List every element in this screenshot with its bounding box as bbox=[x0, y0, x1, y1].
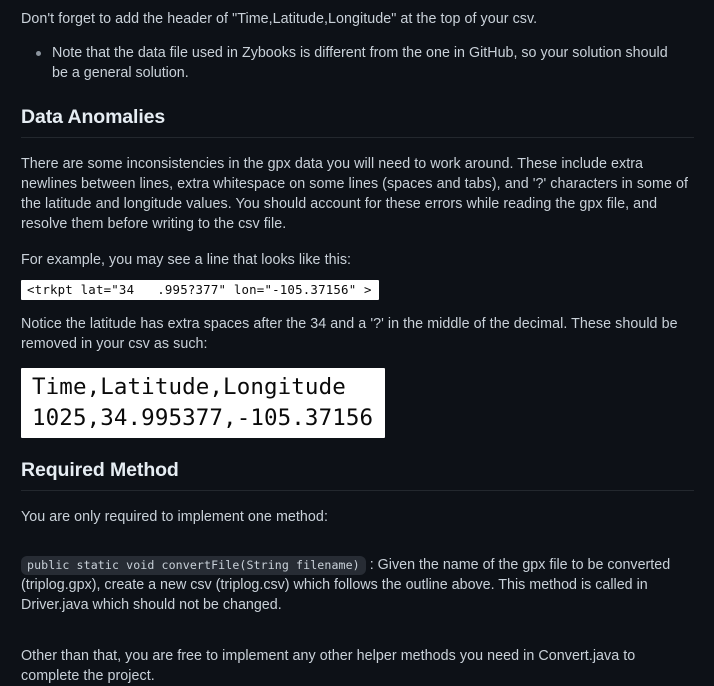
csv-header-line: Time,Latitude,Longitude bbox=[32, 374, 346, 400]
section-heading-required-method: Required Method bbox=[21, 459, 179, 481]
data-anomalies-paragraph-2: For example, you may see a line that loo… bbox=[21, 252, 352, 268]
code-block-csv-example: Time,Latitude,Longitude 1025,34.995377,-… bbox=[21, 368, 386, 438]
required-method-paragraph-1: You are only required to implement one m… bbox=[21, 509, 328, 525]
data-anomalies-paragraph-1: There are some inconsistencies in the gp… bbox=[21, 156, 689, 232]
intro-paragraph: Don't forget to add the header of "Time,… bbox=[21, 11, 538, 27]
required-method-paragraph-2: Other than that, you are free to impleme… bbox=[21, 647, 636, 684]
markdown-document: Don't forget to add the header of "Time,… bbox=[0, 0, 714, 684]
intro-bullet-list: Note that the data file used in Zybooks … bbox=[21, 43, 695, 83]
code-block-trkpt-example: <trkpt lat="34 .995?377" lon="-105.37156… bbox=[21, 280, 379, 300]
list-item-label: Note that the data file used in Zybooks … bbox=[52, 45, 668, 81]
inline-code-method-signature: public static void convertFile(String fi… bbox=[21, 556, 366, 576]
csv-data-line: 1025,34.995377,-105.37156 bbox=[32, 405, 374, 431]
list-item: Note that the data file used in Zybooks … bbox=[36, 43, 695, 83]
data-anomalies-paragraph-3: Notice the latitude has extra spaces aft… bbox=[21, 316, 678, 352]
section-heading-data-anomalies: Data Anomalies bbox=[21, 106, 166, 128]
bullet-dot-icon bbox=[36, 50, 41, 56]
required-method-description: public static void convertFile(String fi… bbox=[21, 555, 695, 615]
